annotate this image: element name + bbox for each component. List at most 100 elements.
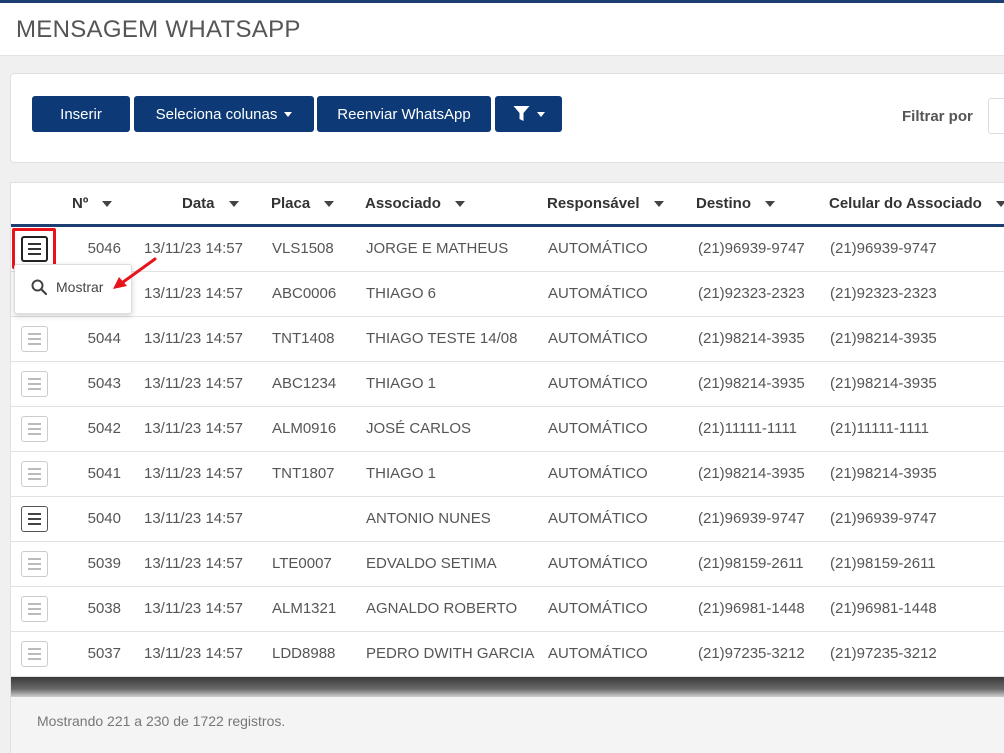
sort-down-icon bbox=[324, 200, 335, 207]
table-row: 5041 13/11/23 14:57 TNT1807 THIAGO 1 AUTOMÁT… bbox=[11, 452, 1004, 497]
cell-celular: (21)98159-2611 bbox=[830, 555, 936, 572]
caret-down-icon bbox=[536, 111, 545, 117]
row-menu-icon[interactable] bbox=[21, 416, 48, 442]
cell-destino: (21)97235-3212 bbox=[698, 645, 805, 662]
table-row: 5040 13/11/23 14:57 ANTONIO NUNES AUTOMÁTIC… bbox=[11, 497, 1004, 542]
cell-placa: LDD8988 bbox=[272, 645, 336, 662]
cell-numero: 5043 bbox=[87, 375, 121, 392]
cell-numero: 5040 bbox=[87, 510, 121, 527]
row-menu-icon[interactable] bbox=[21, 326, 48, 352]
cell-data: 13/11/23 14:57 bbox=[144, 330, 243, 347]
cell-numero: 5038 bbox=[87, 600, 121, 617]
cell-associado: PEDRO DWITH GARCIA bbox=[366, 645, 535, 662]
column-label: Destino bbox=[696, 195, 752, 212]
cell-celular: (21)11111-1111 bbox=[830, 420, 929, 437]
cell-numero: 5044 bbox=[87, 330, 121, 347]
cell-associado: THIAGO 1 bbox=[366, 375, 437, 392]
cell-associado: AGNALDO ROBERTO bbox=[366, 600, 518, 617]
cell-placa: LTE0007 bbox=[272, 555, 332, 572]
cell-destino: (21)96939-9747 bbox=[698, 510, 805, 527]
column-header-destino[interactable]: Destino bbox=[696, 195, 776, 212]
pagination-info: Mostrando 221 a 230 de 1722 registros. bbox=[37, 713, 286, 729]
data-table: Nº Data Placa Associado Responsável Dest… bbox=[10, 182, 1004, 753]
cell-destino: (21)98214-3935 bbox=[698, 375, 805, 392]
reenviar-whatsapp-button[interactable]: Reenviar WhatsApp bbox=[317, 96, 491, 132]
table-bottom-shadow bbox=[11, 677, 1004, 697]
cell-responsavel: AUTOMÁTICO bbox=[548, 645, 648, 662]
table-row: 5042 13/11/23 14:57 ALM0916 JOSÉ CARLOS AUTO… bbox=[11, 407, 1004, 452]
cell-associado: JORGE E MATHEUS bbox=[366, 240, 509, 257]
cell-numero: 5042 bbox=[87, 420, 121, 437]
table-footer: Mostrando 221 a 230 de 1722 registros. bbox=[11, 697, 1004, 753]
cell-responsavel: AUTOMÁTICO bbox=[548, 285, 648, 302]
cell-numero: 5039 bbox=[87, 555, 121, 572]
row-menu-icon[interactable] bbox=[21, 506, 48, 532]
cell-responsavel: AUTOMÁTICO bbox=[548, 465, 648, 482]
sort-down-icon bbox=[995, 200, 1004, 207]
cell-responsavel: AUTOMÁTICO bbox=[548, 600, 648, 617]
cell-destino: (21)96981-1448 bbox=[698, 600, 805, 617]
sort-down-icon bbox=[653, 200, 664, 207]
filter-dropdown-button[interactable] bbox=[495, 96, 562, 132]
mostrar-label: Mostrar bbox=[56, 279, 104, 295]
column-header-celular[interactable]: Celular do Associado bbox=[829, 195, 1004, 212]
page-header: MENSAGEM WHATSAPP bbox=[0, 3, 1004, 56]
cell-responsavel: AUTOMÁTICO bbox=[548, 420, 648, 437]
cell-associado: THIAGO TESTE 14/08 bbox=[366, 330, 518, 347]
sort-down-icon bbox=[102, 200, 113, 207]
inserir-button-label: Inserir bbox=[60, 105, 102, 123]
cell-data: 13/11/23 14:57 bbox=[144, 510, 243, 527]
table-header: Nº Data Placa Associado Responsável Dest… bbox=[11, 183, 1004, 227]
cell-responsavel: AUTOMÁTICO bbox=[548, 330, 648, 347]
cell-celular: (21)98214-3935 bbox=[830, 465, 937, 482]
seleciona-colunas-button[interactable]: Seleciona colunas bbox=[134, 96, 314, 132]
cell-celular: (21)98214-3935 bbox=[830, 375, 937, 392]
cell-associado: THIAGO 6 bbox=[366, 285, 437, 302]
cell-placa: ABC0006 bbox=[272, 285, 337, 302]
column-label: Celular do Associado bbox=[829, 195, 982, 212]
row-menu-icon[interactable] bbox=[21, 641, 48, 667]
column-header-associado[interactable]: Associado bbox=[365, 195, 465, 212]
cell-destino: (21)98159-2611 bbox=[698, 555, 804, 572]
column-header-numero[interactable]: Nº bbox=[72, 195, 113, 212]
seleciona-colunas-label: Seleciona colunas bbox=[155, 105, 278, 123]
row-menu-icon[interactable] bbox=[21, 461, 48, 487]
cell-celular: (21)96939-9747 bbox=[830, 240, 937, 257]
sort-down-icon bbox=[765, 200, 776, 207]
column-header-responsavel[interactable]: Responsável bbox=[547, 195, 664, 212]
search-icon bbox=[31, 279, 47, 295]
row-menu-icon[interactable] bbox=[21, 551, 48, 577]
column-label: Data bbox=[182, 195, 215, 212]
filtrar-por-input[interactable] bbox=[988, 98, 1004, 134]
cell-numero: 5041 bbox=[87, 465, 121, 482]
cell-responsavel: AUTOMÁTICO bbox=[548, 375, 648, 392]
cell-destino: (21)92323-2323 bbox=[698, 285, 805, 302]
filter-icon bbox=[513, 106, 529, 121]
row-menu-icon[interactable] bbox=[21, 596, 48, 622]
column-header-data[interactable]: Data bbox=[182, 195, 239, 212]
cell-celular: (21)97235-3212 bbox=[830, 645, 937, 662]
mostrar-menu-item[interactable]: Mostrar bbox=[31, 279, 103, 295]
column-header-placa[interactable]: Placa bbox=[271, 195, 335, 212]
cell-celular: (21)92323-2323 bbox=[830, 285, 937, 302]
row-menu-icon[interactable] bbox=[21, 236, 48, 262]
cell-numero: 5037 bbox=[87, 645, 121, 662]
cell-responsavel: AUTOMÁTICO bbox=[548, 555, 648, 572]
cell-destino: (21)96939-9747 bbox=[698, 240, 805, 257]
red-arrow-annotation bbox=[113, 257, 157, 289]
cell-responsavel: AUTOMÁTICO bbox=[548, 510, 648, 527]
toolbar-panel: Inserir Seleciona colunas Reenviar Whats… bbox=[10, 73, 1004, 163]
table-row: 5043 13/11/23 14:57 ABC1234 THIAGO 1 AUTOMÁT… bbox=[11, 362, 1004, 407]
cell-destino: (21)98214-3935 bbox=[698, 330, 805, 347]
page-title: MENSAGEM WHATSAPP bbox=[16, 16, 301, 43]
cell-associado: THIAGO 1 bbox=[366, 465, 437, 482]
cell-destino: (21)98214-3935 bbox=[698, 465, 805, 482]
column-label: Nº bbox=[72, 195, 89, 212]
row-menu-icon[interactable] bbox=[21, 371, 48, 397]
sort-down-icon bbox=[454, 200, 465, 207]
filtrar-por-label: Filtrar por bbox=[902, 108, 973, 125]
cell-responsavel: AUTOMÁTICO bbox=[548, 240, 648, 257]
cell-celular: (21)96981-1448 bbox=[830, 600, 937, 617]
inserir-button[interactable]: Inserir bbox=[32, 96, 130, 132]
cell-placa: VLS1508 bbox=[272, 240, 334, 257]
